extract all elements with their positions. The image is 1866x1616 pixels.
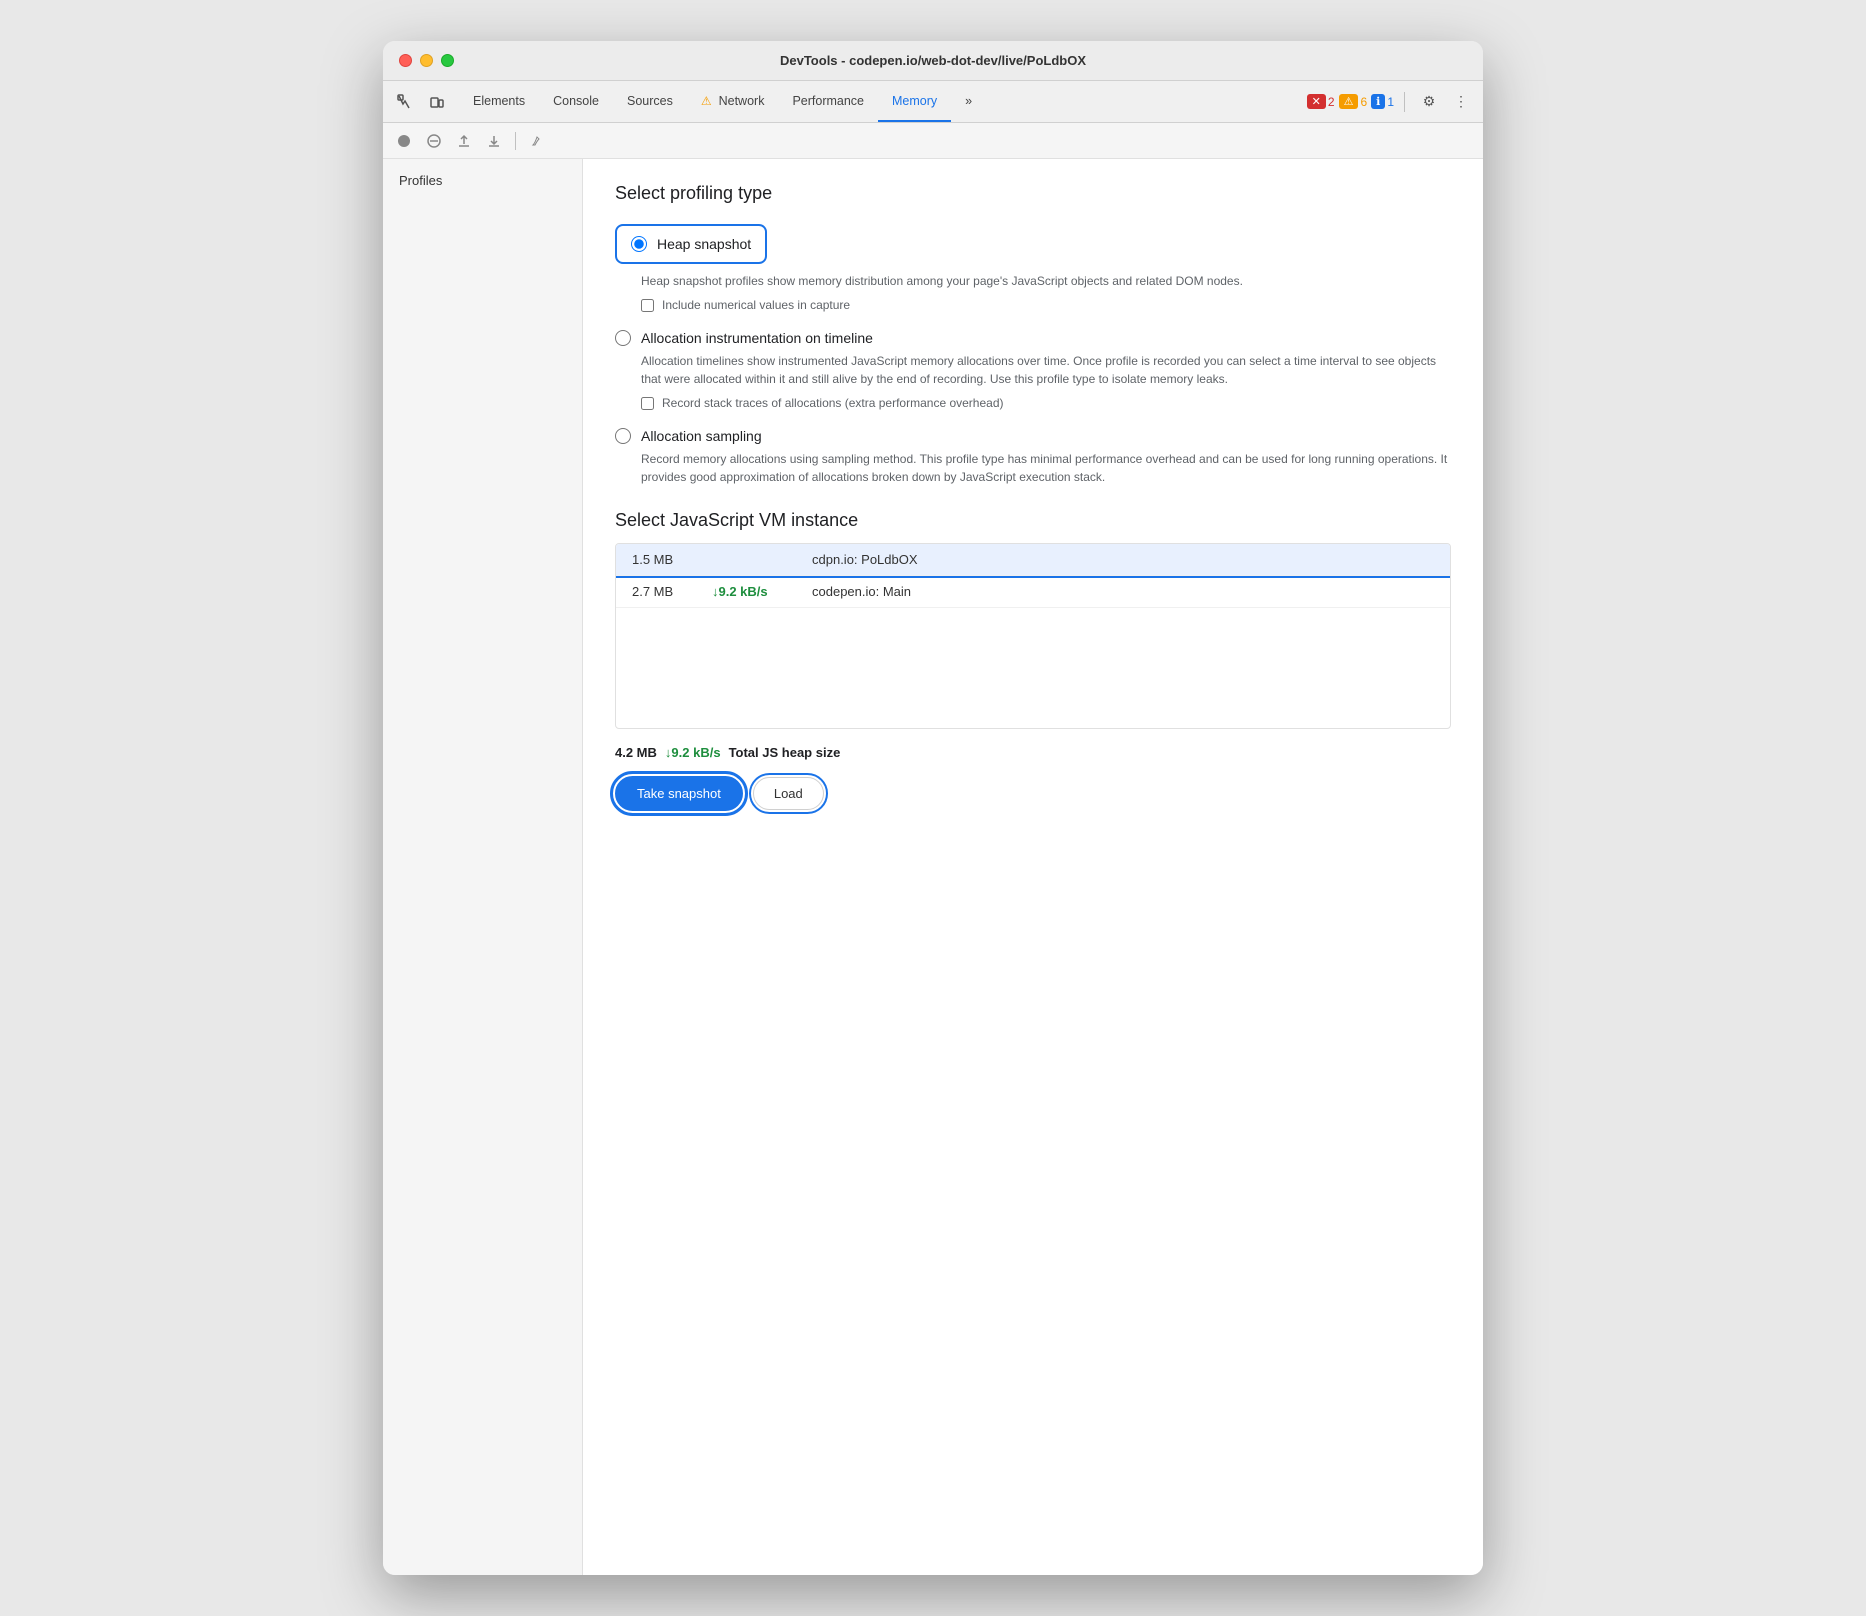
heap-snapshot-checkbox-row: Include numerical values in capture [641, 298, 1451, 312]
vm2-name: codepen.io: Main [812, 584, 911, 599]
traffic-lights [399, 54, 454, 67]
take-snapshot-button[interactable]: Take snapshot [615, 776, 743, 811]
tab-memory[interactable]: Memory [878, 81, 951, 122]
action-buttons: Take snapshot Load [615, 776, 1451, 811]
heap-snapshot-radio[interactable] [631, 236, 647, 252]
heap-snapshot-row: Heap snapshot [631, 236, 751, 252]
vm1-memory: 1.5 MB [632, 552, 712, 567]
include-numerical-checkbox[interactable] [641, 299, 654, 312]
device-toolbar-icon[interactable] [423, 88, 451, 116]
vm2-memory: 2.7 MB [632, 584, 712, 599]
vm-section: Select JavaScript VM instance 1.5 MB cdp… [615, 510, 1451, 729]
allocation-timeline-label[interactable]: Allocation instrumentation on timeline [641, 330, 873, 346]
error-count-badge[interactable]: ✕ 2 [1307, 94, 1335, 109]
footer-download-rate: ↓9.2 kB/s [665, 745, 721, 760]
titlebar: DevTools - codepen.io/web-dot-dev/live/P… [383, 41, 1483, 81]
more-options-icon[interactable]: ⋮ [1447, 88, 1475, 116]
tab-more[interactable]: » [951, 81, 986, 122]
allocation-sampling-radio[interactable] [615, 428, 631, 444]
footer-total-memory: 4.2 MB [615, 745, 657, 760]
allocation-timeline-radio[interactable] [615, 330, 631, 346]
toolbar-icon-group [391, 88, 451, 116]
include-numerical-label[interactable]: Include numerical values in capture [662, 298, 850, 312]
minimize-button[interactable] [420, 54, 433, 67]
tab-console[interactable]: Console [539, 81, 613, 122]
vm2-download: ↓9.2 kB/s [712, 584, 812, 599]
toolbar-right: ✕ 2 ⚠ 6 ℹ 1 ⚙ ⋮ [1307, 88, 1475, 116]
heap-snapshot-desc: Heap snapshot profiles show memory distr… [641, 272, 1451, 290]
secondary-toolbar [383, 123, 1483, 159]
warning-count-badge[interactable]: ⚠ 6 [1339, 94, 1368, 109]
allocation-sampling-desc: Record memory allocations using sampling… [641, 450, 1451, 486]
brush-icon[interactable] [524, 128, 550, 154]
load-button[interactable]: Load [753, 777, 824, 810]
vm-row-2[interactable]: 2.7 MB ↓9.2 kB/s codepen.io: Main [616, 576, 1450, 608]
sidebar-item-profiles[interactable]: Profiles [383, 167, 582, 194]
sidebar: Profiles [383, 159, 583, 1575]
close-button[interactable] [399, 54, 412, 67]
heap-snapshot-option: Heap snapshot Heap snapshot profiles sho… [615, 224, 1451, 312]
info-count-badge[interactable]: ℹ 1 [1371, 94, 1394, 109]
download-icon[interactable] [481, 128, 507, 154]
main-content: Profiles Select profiling type Heap snap… [383, 159, 1483, 1575]
inspect-icon[interactable] [391, 88, 419, 116]
footer-row: 4.2 MB ↓9.2 kB/s Total JS heap size [615, 745, 1451, 760]
tab-sources[interactable]: Sources [613, 81, 687, 122]
tab-elements[interactable]: Elements [459, 81, 539, 122]
record-stack-traces-label[interactable]: Record stack traces of allocations (extr… [662, 396, 1004, 410]
network-warning-icon: ⚠ [701, 94, 712, 108]
footer-heap-label: Total JS heap size [729, 745, 841, 760]
allocation-sampling-label[interactable]: Allocation sampling [641, 428, 762, 444]
panel: Select profiling type Heap snapshot Heap… [583, 159, 1483, 1575]
allocation-timeline-row: Allocation instrumentation on timeline [615, 330, 1451, 346]
vm1-name: cdpn.io: PoLdbOX [812, 552, 918, 567]
allocation-timeline-option: Allocation instrumentation on timeline A… [615, 330, 1451, 410]
vm-section-title: Select JavaScript VM instance [615, 510, 1451, 531]
sec-divider [515, 132, 516, 150]
select-profiling-title: Select profiling type [615, 183, 1451, 204]
settings-icon[interactable]: ⚙ [1415, 88, 1443, 116]
upload-icon[interactable] [451, 128, 477, 154]
devtools-window: DevTools - codepen.io/web-dot-dev/live/P… [383, 41, 1483, 1575]
main-toolbar: Elements Console Sources ⚠ Network Perfo… [383, 81, 1483, 123]
allocation-timeline-checkbox-row: Record stack traces of allocations (extr… [641, 396, 1451, 410]
window-title: DevTools - codepen.io/web-dot-dev/live/P… [780, 53, 1086, 68]
vm-empty-space [616, 608, 1450, 728]
divider [1404, 92, 1405, 112]
clear-icon[interactable] [421, 128, 447, 154]
vm-table: 1.5 MB cdpn.io: PoLdbOX 2.7 MB ↓9.2 kB/s… [615, 543, 1451, 729]
allocation-sampling-row: Allocation sampling [615, 428, 1451, 444]
nav-tabs: Elements Console Sources ⚠ Network Perfo… [459, 81, 1307, 122]
tab-performance[interactable]: Performance [778, 81, 878, 122]
record-icon[interactable] [391, 128, 417, 154]
record-stack-traces-checkbox[interactable] [641, 397, 654, 410]
maximize-button[interactable] [441, 54, 454, 67]
vm-row-1[interactable]: 1.5 MB cdpn.io: PoLdbOX [616, 544, 1450, 576]
heap-snapshot-label[interactable]: Heap snapshot [657, 236, 751, 252]
allocation-timeline-desc: Allocation timelines show instrumented J… [641, 352, 1451, 388]
allocation-sampling-option: Allocation sampling Record memory alloca… [615, 428, 1451, 486]
tab-network[interactable]: ⚠ Network [687, 81, 779, 122]
